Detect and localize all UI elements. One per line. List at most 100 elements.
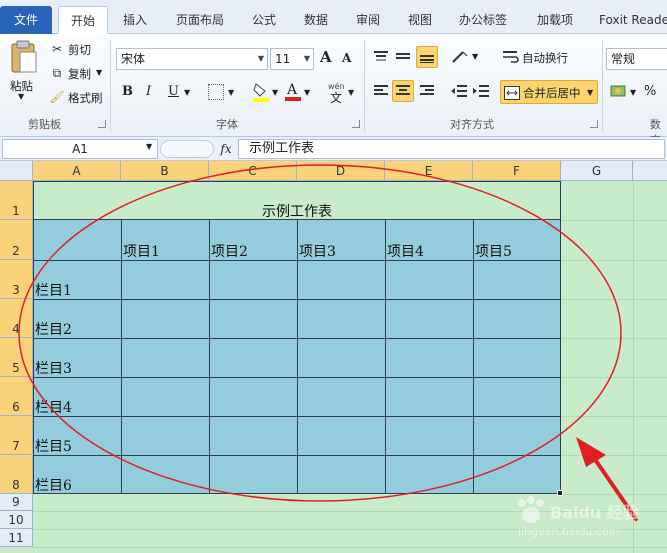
tab-office-tab[interactable]: 办公标签 xyxy=(450,6,516,34)
header-cell-c2[interactable]: 项目2 xyxy=(211,241,248,261)
header-cell-e2[interactable]: 项目4 xyxy=(387,241,424,261)
row-header-7[interactable]: 7 xyxy=(0,416,33,455)
name-box[interactable]: A1 xyxy=(2,139,158,159)
fill-color-icon[interactable] xyxy=(252,82,270,102)
fill-color-dropdown-icon[interactable]: ▼ xyxy=(272,88,278,97)
tab-file[interactable]: 文件 xyxy=(0,6,52,34)
column-header-h[interactable] xyxy=(633,161,667,181)
row-header-3[interactable]: 3 xyxy=(0,260,33,299)
grow-font-button[interactable]: A xyxy=(320,48,332,66)
borders-dropdown-icon[interactable]: ▼ xyxy=(228,88,234,97)
align-middle-icon[interactable] xyxy=(394,48,412,66)
gridline xyxy=(561,260,667,261)
insert-function-icon[interactable]: fx xyxy=(216,139,236,159)
table-border xyxy=(385,220,386,494)
bold-button[interactable]: B xyxy=(122,84,133,99)
font-color-icon[interactable]: A xyxy=(284,80,302,102)
column-header-e[interactable]: E xyxy=(385,161,473,181)
font-color-dropdown-icon[interactable]: ▼ xyxy=(304,88,310,97)
increase-indent-icon[interactable] xyxy=(472,82,490,100)
tab-addins[interactable]: 加载项 xyxy=(528,6,582,34)
align-top-icon[interactable] xyxy=(372,48,390,66)
formula-bar-splitter[interactable] xyxy=(160,140,214,158)
column-header-g[interactable]: G xyxy=(561,161,633,181)
row-label-cell-a8[interactable]: 栏目6 xyxy=(35,475,72,495)
decrease-indent-icon[interactable] xyxy=(450,82,468,100)
tab-data[interactable]: 数据 xyxy=(294,6,338,34)
paste-button[interactable]: 粘贴 ▼ xyxy=(6,40,40,101)
select-all-corner[interactable] xyxy=(0,161,33,181)
align-center-icon[interactable] xyxy=(392,80,414,102)
borders-icon[interactable] xyxy=(208,84,224,100)
format-painter-button[interactable]: 格式刷 xyxy=(68,90,103,106)
number-format-select[interactable]: 常规 xyxy=(606,48,667,70)
row-label-cell-a5[interactable]: 栏目3 xyxy=(35,358,72,378)
font-launcher-icon[interactable] xyxy=(352,120,360,128)
spreadsheet-grid[interactable]: A B C D E F G 1 2 3 4 5 6 7 8 9 10 11 示例… xyxy=(0,161,667,553)
gridline xyxy=(561,299,667,300)
row-header-5[interactable]: 5 xyxy=(0,338,33,377)
underline-dropdown-icon[interactable]: ▼ xyxy=(184,88,190,97)
phonetic-guide-icon[interactable]: wén 文 xyxy=(326,80,348,104)
tab-home[interactable]: 开始 xyxy=(58,6,108,34)
row-label-cell-a4[interactable]: 栏目2 xyxy=(35,319,72,339)
name-box-value: A1 xyxy=(72,142,88,156)
merge-center-button[interactable]: 合并后居中 ▼ xyxy=(500,80,598,104)
clipboard-launcher-icon[interactable] xyxy=(98,120,106,128)
row-header-11[interactable]: 11 xyxy=(0,529,33,547)
header-cell-b2[interactable]: 项目1 xyxy=(123,241,160,261)
name-box-dropdown-icon[interactable]: ▼ xyxy=(146,142,152,151)
row-number: 4 xyxy=(12,322,20,336)
formula-input[interactable]: 示例工作表 xyxy=(238,139,665,159)
header-cell-f2[interactable]: 项目5 xyxy=(475,241,512,261)
align-left-icon[interactable] xyxy=(372,82,390,100)
accounting-format-icon[interactable] xyxy=(610,82,628,100)
column-header-f[interactable]: F xyxy=(473,161,561,181)
column-header-b[interactable]: B xyxy=(121,161,209,181)
wrap-text-button[interactable]: 自动换行 xyxy=(522,50,568,66)
row-header-8[interactable]: 8 xyxy=(0,455,33,494)
gridline xyxy=(33,547,667,548)
gridline xyxy=(561,377,667,378)
merge-dropdown-icon[interactable]: ▼ xyxy=(587,88,593,97)
orientation-dropdown-icon[interactable]: ▼ xyxy=(472,52,478,61)
percent-style-button[interactable]: % xyxy=(644,84,656,99)
alignment-launcher-icon[interactable] xyxy=(590,120,598,128)
column-header-c[interactable]: C xyxy=(209,161,297,181)
shrink-font-button[interactable]: A xyxy=(342,51,351,65)
row-label-cell-a7[interactable]: 栏目5 xyxy=(35,436,72,456)
row-header-10[interactable]: 10 xyxy=(0,511,33,529)
row-header-4[interactable]: 4 xyxy=(0,299,33,338)
column-header-a[interactable]: A xyxy=(33,161,121,181)
row-header-9[interactable]: 9 xyxy=(0,494,33,511)
phonetic-dropdown-icon[interactable]: ▼ xyxy=(348,88,354,97)
paste-dropdown-icon[interactable]: ▼ xyxy=(18,92,24,101)
column-header-d[interactable]: D xyxy=(297,161,385,181)
row-label-cell-a3[interactable]: 栏目1 xyxy=(35,280,72,300)
accounting-dropdown-icon[interactable]: ▼ xyxy=(630,88,636,97)
divider xyxy=(110,40,111,132)
font-name-select[interactable]: 宋体 ▼ xyxy=(116,48,268,70)
align-right-icon[interactable] xyxy=(418,82,436,100)
copy-dropdown-icon[interactable]: ▼ xyxy=(96,68,102,77)
tab-insert[interactable]: 插入 xyxy=(112,6,158,34)
tab-view[interactable]: 视图 xyxy=(398,6,442,34)
font-size-select[interactable]: 11 ▼ xyxy=(270,48,314,70)
tab-foxit-reader[interactable]: Foxit Reade xyxy=(594,6,667,34)
row-header-2[interactable]: 2 xyxy=(0,220,33,260)
row-header-6[interactable]: 6 xyxy=(0,377,33,416)
row-header-1[interactable]: 1 xyxy=(0,181,33,220)
tab-page-layout[interactable]: 页面布局 xyxy=(168,6,232,34)
row-label-cell-a6[interactable]: 栏目4 xyxy=(35,397,72,417)
cut-button[interactable]: 剪切 xyxy=(68,42,91,58)
copy-button[interactable]: 复制 xyxy=(68,66,91,82)
svg-text:A: A xyxy=(286,82,298,98)
tab-formulas[interactable]: 公式 xyxy=(242,6,286,34)
gridline xyxy=(561,220,667,221)
italic-button[interactable]: I xyxy=(146,84,151,99)
align-bottom-icon[interactable] xyxy=(416,46,438,68)
header-cell-d2[interactable]: 项目3 xyxy=(299,241,336,261)
orientation-icon[interactable] xyxy=(450,48,472,66)
tab-review[interactable]: 审阅 xyxy=(346,6,390,34)
underline-button[interactable]: U xyxy=(168,84,179,99)
